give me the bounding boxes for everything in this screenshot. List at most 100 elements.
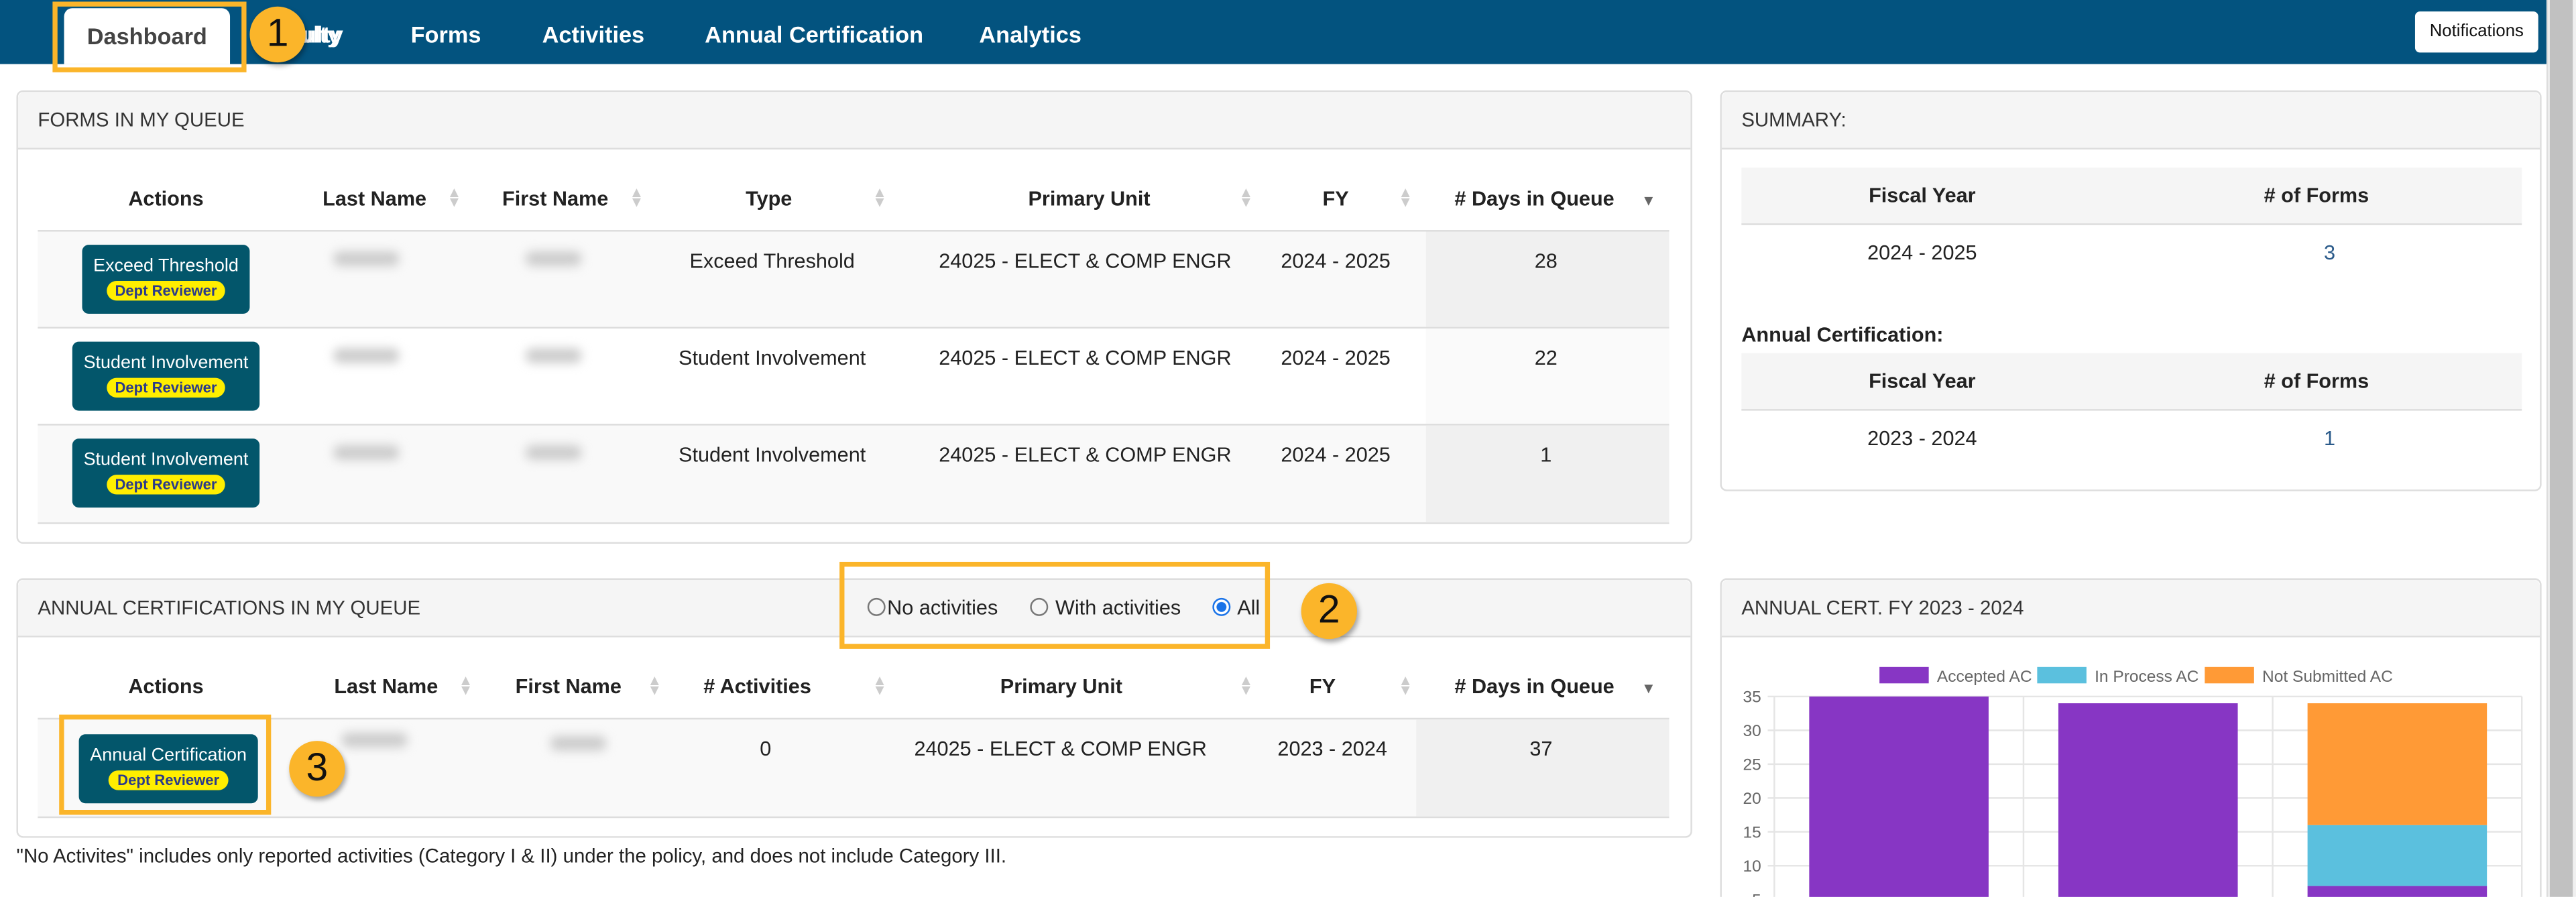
first-name-redacted <box>526 348 582 363</box>
sorted-column-cell <box>1425 425 1670 523</box>
footnote: "No Activites" includes only reported ac… <box>16 844 1007 868</box>
button-label[interactable]: Exceed Threshold <box>82 256 250 276</box>
last-name-redacted <box>333 445 400 461</box>
role-badge: Dept Reviewer <box>107 377 225 398</box>
legend-label: Not Submitted AC <box>2262 668 2393 686</box>
summary-count-link[interactable]: 3 <box>2247 241 2412 264</box>
bar-segment <box>2307 825 2487 886</box>
highlight-box-dashboard <box>52 1 247 72</box>
ac-summary-count-link[interactable]: 1 <box>2247 427 2412 450</box>
y-tick-label: 20 <box>1743 790 1761 808</box>
y-tick-label: 30 <box>1743 722 1761 740</box>
fy: 2024 - 2025 <box>1281 347 1391 370</box>
ac-summary-fy: 2023 - 2024 <box>1867 427 1977 451</box>
tab-faculty-visible-part[interactable]: ulty <box>302 21 343 48</box>
button-label[interactable]: Student Involvement <box>72 450 259 469</box>
sort-desc-icon[interactable]: ▼ <box>1641 192 1656 209</box>
annual-cert-heading: Annual Certification: <box>1741 323 1944 347</box>
primary-unit: 24025 - ELECT & COMP ENGR <box>914 737 1207 761</box>
sort-icon[interactable]: ▲ ▼ <box>1239 185 1254 210</box>
highlight-box-filter <box>839 562 1271 649</box>
tab-annual-certification[interactable]: Annual Certification <box>705 21 923 48</box>
stacked-bar-chart: Accepted AC In Process AC Not Submitted AC… <box>1743 666 2523 897</box>
days-in-queue: 22 <box>1534 347 1558 370</box>
sorted-column-cell <box>1425 231 1670 329</box>
form-type: Student Involvement <box>679 443 866 467</box>
table-row: Student Involvement Dept Reviewer Studen… <box>38 326 1670 426</box>
sort-icon[interactable]: ▲ ▼ <box>872 672 887 697</box>
col-fy[interactable]: FY <box>1273 675 1372 698</box>
annotation-marker: 2 <box>1301 583 1357 640</box>
sort-icon[interactable]: ▲ ▼ <box>1239 672 1254 697</box>
bar-segment <box>2058 703 2238 897</box>
notifications-button[interactable]: Notifications <box>2414 11 2538 53</box>
role-badge: Dept Reviewer <box>107 475 225 495</box>
ac-summary-col-forms: # of Forms <box>2264 369 2369 393</box>
last-name-redacted <box>333 251 400 266</box>
ac-table-header: Actions Last Name ▲ ▼ First Name ▲ ▼ # Act… <box>38 654 1669 718</box>
col-type[interactable]: Type <box>695 187 843 210</box>
bar-segment <box>1809 696 1989 897</box>
primary-unit: 24025 - ELECT & COMP ENGR <box>939 443 1232 467</box>
sort-icon[interactable]: ▲ ▼ <box>447 185 461 210</box>
table-row: Annual Certification Dept Reviewer 0 240… <box>38 717 1670 819</box>
sort-desc-icon[interactable]: ▼ <box>1641 680 1656 697</box>
form-type: Student Involvement <box>679 347 866 370</box>
days-in-queue: 28 <box>1534 249 1558 273</box>
col-days-in-queue[interactable]: # Days in Queue <box>1439 675 1629 698</box>
sort-icon[interactable]: ▲ ▼ <box>872 185 887 210</box>
first-name-redacted <box>550 735 607 751</box>
legend-swatch <box>2037 666 2087 684</box>
tab-analytics[interactable]: Analytics <box>979 21 1081 48</box>
col-first-name[interactable]: First Name <box>497 187 613 210</box>
legend-swatch <box>1879 666 1929 684</box>
col-primary-unit[interactable]: Primary Unit <box>930 675 1193 698</box>
forms-table-header: Actions Last Name ▲ ▼ First Name ▲ ▼ Type … <box>38 164 1669 230</box>
forms-queue-title: FORMS IN MY QUEUE <box>17 92 1691 150</box>
open-form-button[interactable]: Student Involvement Dept Reviewer <box>72 341 260 411</box>
tab-activities[interactable]: Activities <box>542 21 645 48</box>
highlight-box-annual-cert-button <box>59 714 272 815</box>
col-primary-unit[interactable]: Primary Unit <box>958 187 1221 210</box>
ac-summary-table-header: Fiscal Year # of Forms <box>1741 353 2522 411</box>
y-tick-label: 15 <box>1743 823 1761 841</box>
open-form-button[interactable]: Exceed Threshold Dept Reviewer <box>82 245 250 314</box>
sort-icon[interactable]: ▲ ▼ <box>647 672 662 697</box>
col-last-name[interactable]: Last Name <box>320 675 452 698</box>
summary-col-forms: # of Forms <box>2264 184 2369 207</box>
summary-col-fy: Fiscal Year <box>1869 184 1976 207</box>
top-nav <box>0 0 2546 64</box>
last-name-redacted <box>341 732 408 748</box>
sort-icon[interactable]: ▲ ▼ <box>459 672 473 697</box>
fy: 2024 - 2025 <box>1281 443 1391 467</box>
fy: 2023 - 2024 <box>1277 737 1387 761</box>
last-name-redacted <box>333 348 400 363</box>
tab-forms[interactable]: Forms <box>411 21 481 48</box>
annotation-marker: 3 <box>289 741 345 797</box>
col-activities[interactable]: # Activities <box>692 675 823 698</box>
chart-title: ANNUAL CERT. FY 2023 - 2024 <box>1721 579 2540 638</box>
first-name-redacted <box>526 251 582 266</box>
y-tick-label: 10 <box>1743 857 1761 876</box>
first-name-redacted <box>526 445 582 461</box>
col-last-name[interactable]: Last Name <box>317 187 432 210</box>
col-days-in-queue[interactable]: # Days in Queue <box>1439 187 1629 210</box>
bar-segment <box>2307 886 2487 897</box>
sort-icon[interactable]: ▲ ▼ <box>629 185 644 210</box>
open-form-button[interactable]: Student Involvement Dept Reviewer <box>72 438 260 508</box>
col-first-name[interactable]: First Name <box>503 675 634 698</box>
scrollbar-thumb[interactable] <box>2549 0 2573 897</box>
button-label[interactable]: Student Involvement <box>72 353 259 373</box>
col-fy[interactable]: FY <box>1287 187 1385 210</box>
legend-label: Accepted AC <box>1937 668 2032 686</box>
days-in-queue: 37 <box>1529 737 1553 761</box>
y-tick-label: 25 <box>1743 756 1761 774</box>
form-type: Exceed Threshold <box>689 249 855 273</box>
sort-icon[interactable]: ▲ ▼ <box>1398 672 1413 697</box>
summary-title: SUMMARY: <box>1721 92 2540 150</box>
activities-count: 0 <box>760 737 772 761</box>
ac-summary-col-fy: Fiscal Year <box>1869 369 1976 393</box>
sort-icon[interactable]: ▲ ▼ <box>1398 185 1413 210</box>
page: Dashboard Faculty ulty Forms Activities … <box>0 0 2576 897</box>
legend-swatch <box>2205 666 2254 684</box>
